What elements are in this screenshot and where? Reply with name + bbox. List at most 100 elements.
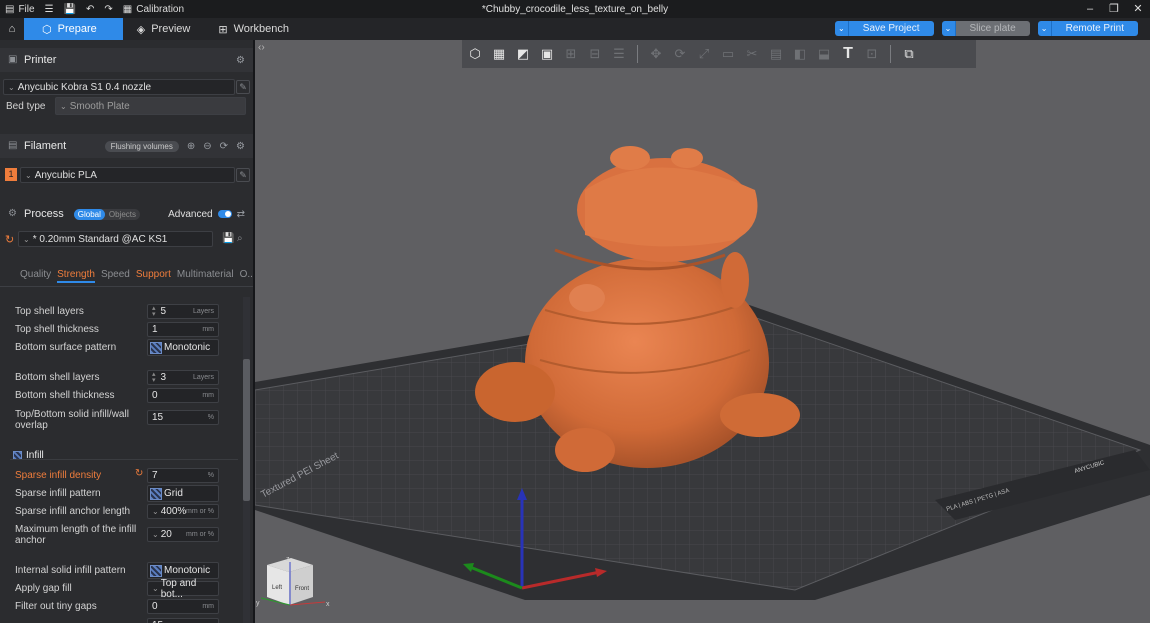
remote-print-button[interactable]: ⌄ Remote Print [1037,21,1138,36]
tab-strength[interactable]: Strength [57,269,95,283]
reset-icon[interactable]: ↻ [135,468,143,479]
tab-others[interactable]: O.. [240,269,253,283]
spinner-icon[interactable]: ▴ ▾ [152,305,156,318]
bottom-shell-layers-input[interactable]: ▴ ▾ 3 Layers [147,370,219,385]
add-cube-icon[interactable]: ⬡ [465,44,485,64]
tab-prepare[interactable]: ⬡ Prepare [24,18,123,40]
3d-viewport[interactable]: ‹› Textured PEI Sheet PLA | ABS | PETG |… [255,40,1150,623]
file-menu[interactable]: ▤ File [0,0,40,18]
mesh-boolean-icon[interactable]: ⬓ [814,44,834,64]
split-objects-icon[interactable]: ⊞ [561,44,581,64]
printer-select[interactable]: ⌄ Anycubic Kobra S1 0.4 nozzle [3,79,235,95]
tab-workbench[interactable]: ⊞ Workbench [204,18,303,40]
anchor-length-input[interactable]: ⌄ 400% mm or % [147,504,219,519]
bottom-shell-thickness-value: 0 [152,390,158,401]
filter-tiny-gaps-input[interactable]: 0 mm [147,599,219,614]
edit-filament-icon[interactable]: ✎ [236,168,250,182]
filament-select[interactable]: ⌄ Anycubic PLA [20,167,235,183]
bed-type-select[interactable]: ⌄ Smooth Plate [55,97,246,115]
arrange-icon[interactable]: ▣ [537,44,557,64]
chevron-down-icon[interactable]: ⌄ [834,21,849,36]
save-project-button[interactable]: ⌄ Save Project [834,21,934,36]
internal-solid-pattern-label: Internal solid infill pattern [15,565,126,576]
lay-on-face-icon[interactable]: ▭ [718,44,738,64]
menu-list-icon[interactable]: ☰ [40,0,59,18]
calibration-icon: ▦ [122,3,133,15]
grid-view-icon[interactable]: ▦ [489,44,509,64]
max-anchor-input[interactable]: ⌄ 20 mm or % [147,527,219,542]
redo-icon[interactable]: ↷ [99,0,117,18]
auto-orient-icon[interactable]: ◩ [513,44,533,64]
maximize-icon[interactable]: ❐ [1102,0,1126,18]
undo-icon[interactable]: ↶ [81,0,99,18]
edit-printer-icon[interactable]: ✎ [236,80,250,94]
overlap-input[interactable]: 15 % [147,410,219,425]
settings-scrollbar[interactable] [243,297,250,623]
cut-icon[interactable]: ✂ [742,44,762,64]
compare-icon[interactable]: ⇄ [237,209,245,220]
chevron-down-icon[interactable]: ⌄ [1037,21,1052,36]
printer-name: Anycubic Kobra S1 0.4 nozzle [17,81,152,93]
apply-gap-fill-select[interactable]: ⌄ Top and bot... [147,578,219,600]
calibration-menu[interactable]: ▦ Calibration [118,0,189,18]
save-icon[interactable]: 💾 [59,0,81,18]
add-filament-icon[interactable]: ⊕ [187,141,195,152]
printer-section-header: ▣ Printer ⚙ [0,48,253,72]
chevron-down-icon[interactable]: ⌄ [941,21,956,36]
tab-preview-label: Preview [151,23,191,35]
move-icon[interactable]: ✥ [646,44,666,64]
view-cube[interactable]: Left Front x y z [256,556,330,608]
grid-icon: ⊞ [218,23,228,36]
rotate-icon[interactable]: ⟳ [670,44,690,64]
internal-solid-pattern-select[interactable]: Monotonic [147,562,219,579]
filament-slot-badge[interactable]: 1 [5,168,17,181]
minimize-icon[interactable]: – [1078,0,1102,18]
top-shell-layers-value: 5 [160,306,167,317]
max-anchor-label-line1: Maximum length of the infill [15,524,137,535]
remove-filament-icon[interactable]: ⊖ [203,141,211,152]
bottom-shell-layers-value: 3 [160,372,167,383]
chevron-down-icon: ⌄ [8,82,15,92]
save-preset-icon[interactable]: 💾 [222,233,234,244]
pattern-icon [150,341,162,354]
printer-icon: ▣ [8,54,18,65]
spinner-icon[interactable]: ▴ ▾ [152,371,156,384]
top-shell-layers-input[interactable]: ▴ ▾ 5 Layers [147,304,219,319]
filament-settings-icon[interactable]: ⚙ [236,141,245,152]
text-tool-icon[interactable]: T [838,44,858,64]
scrollbar-thumb[interactable] [243,359,250,501]
support-paint-icon[interactable]: ▤ [766,44,786,64]
global-toggle[interactable]: Global [73,208,105,220]
bottom-surface-pattern-select[interactable]: Monotonic [147,339,219,356]
home-icon[interactable]: ⌂ [0,18,24,40]
save-project-label: Save Project [848,21,934,36]
slice-plate-button[interactable]: ⌄ Slice plate [941,21,1030,36]
printer-settings-icon[interactable]: ⚙ [236,55,245,66]
tab-speed[interactable]: Speed [101,269,130,283]
partial-input[interactable]: 15 [147,618,219,623]
close-icon[interactable]: ✕ [1126,0,1150,18]
flushing-volumes-button[interactable]: Flushing volumes [104,140,179,152]
sparse-infill-density-input[interactable]: 7 % [147,468,219,483]
tab-quality[interactable]: Quality [20,269,51,283]
search-icon[interactable]: ⌕ [237,233,243,244]
reset-icon[interactable]: ↻ [5,233,14,246]
layers-editing-icon[interactable]: ☰ [609,44,629,64]
split-parts-icon[interactable]: ⊟ [585,44,605,64]
filament-icon: ▤ [8,140,18,151]
objects-toggle[interactable]: Objects [105,209,140,220]
scale-icon[interactable]: ⤢ [694,44,714,64]
advanced-switch[interactable] [217,210,232,218]
seam-paint-icon[interactable]: ◧ [790,44,810,64]
sync-filament-icon[interactable]: ⟳ [220,141,228,152]
tab-support[interactable]: Support [136,269,171,283]
bottom-shell-thickness-input[interactable]: 0 mm [147,388,219,403]
tab-preview[interactable]: ◈ Preview [123,18,205,40]
unit-label: Layers [192,374,214,381]
process-preset-select[interactable]: ⌄ * 0.20mm Standard @AC KS1 [18,231,213,247]
sparse-infill-pattern-select[interactable]: Grid [147,485,219,502]
top-shell-thickness-input[interactable]: 1 mm [147,322,219,337]
tab-multimaterial[interactable]: Multimaterial [177,269,234,283]
measure-icon[interactable]: ⊡ [862,44,882,64]
assembly-view-icon[interactable]: ⧉ [899,44,919,64]
